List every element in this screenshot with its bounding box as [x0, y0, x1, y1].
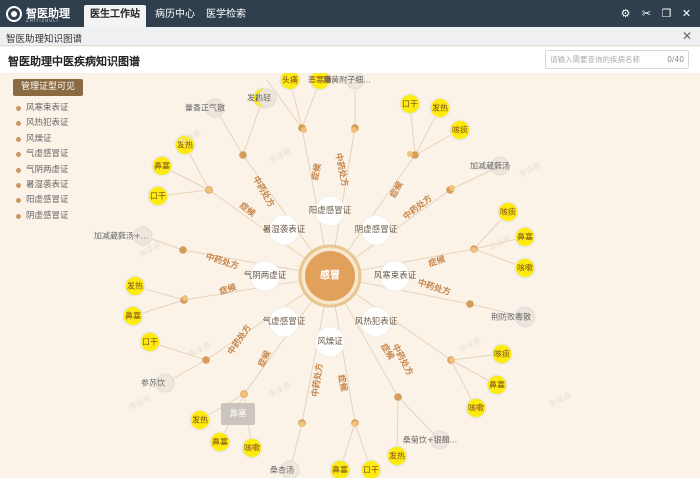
graph-hub-dot[interactable] — [239, 151, 247, 159]
graph-hub-dot[interactable] — [179, 246, 187, 254]
syndrome-label: 风热犯表证 — [355, 316, 398, 327]
syndrome-label: 气虚感冒证 — [263, 316, 306, 327]
edge-label: 中药处方 — [390, 342, 416, 378]
prescription-label: 桑杏汤 — [270, 465, 294, 475]
symptom-label: 口干 — [142, 338, 158, 347]
symptom-label: 鼻塞 — [489, 380, 505, 390]
symptom-label: 咳痰 — [494, 349, 510, 359]
app-logo: 智医助理 ZHIYIZHULI — [6, 4, 84, 24]
syndrome-label: 风寒束表证 — [374, 270, 417, 281]
sub-window-title: 智医助理知识图谱 — [6, 34, 83, 45]
symptom-label: 咳嗽 — [244, 443, 260, 453]
edge-label: 中药处方 — [204, 251, 240, 272]
watermark: 李泽易 — [487, 233, 513, 253]
graph-anchor-dot — [449, 357, 455, 363]
graph-anchor-dot — [301, 127, 307, 133]
edge-label: 症候 — [256, 348, 274, 369]
edge-label: 症候 — [237, 200, 258, 219]
symptom-label: 发热 — [432, 103, 448, 113]
symptom-label: 口干 — [402, 100, 418, 109]
scissors-icon[interactable]: ✂ — [640, 7, 653, 20]
edge-label: 中药处方 — [310, 362, 326, 398]
nav-tab-doctor-workstation[interactable]: 医生工作站 — [84, 5, 146, 27]
syndrome-label: 气阴两虚证 — [244, 270, 287, 281]
prescription-label: 发热轻 — [247, 93, 271, 103]
top-bar: 智医助理 ZHIYIZHULI 医生工作站 病历中心 医学检索 ⚙ ✂ ❐ ✕ — [0, 0, 700, 27]
watermark: 李泽易 — [267, 146, 293, 166]
tooltip-text: 鼻塞 — [229, 408, 247, 419]
syndrome-label: 阴虚感冒证 — [355, 224, 398, 235]
knowledge-graph[interactable]: 症候 中药处方症候中药处方症候中药处方症候中药处方症候中药处方症候中药处方症候中药… — [0, 73, 700, 478]
symptom-label: 鼻塞 — [154, 161, 170, 171]
logo-subtext: ZHIYIZHULI — [26, 18, 59, 23]
search-box: 0/40 — [545, 50, 689, 69]
graph-anchor-dot — [351, 127, 357, 133]
symptom-label: 鼻塞 — [332, 465, 348, 475]
graph-anchor-dot — [407, 151, 413, 157]
close-icon[interactable]: ✕ — [682, 29, 692, 43]
symptom-label: 发热 — [127, 281, 143, 291]
symptom-label: 鼻塞 — [212, 437, 228, 447]
watermark: 李泽易 — [127, 393, 153, 413]
prescription-label: 桑菊饮+银翘... — [403, 435, 457, 445]
symptom-label: 发热 — [389, 451, 405, 461]
graph-anchor-dot — [352, 421, 358, 427]
page-title: 智医助理中医疾病知识图谱 — [8, 55, 140, 68]
edge-label: 中药处方 — [250, 174, 277, 209]
symptom-label: 鼻塞 — [517, 232, 533, 242]
edge-label: 症候 — [427, 254, 447, 270]
edge-label: 症候 — [309, 162, 323, 181]
center-label: 感冒 — [320, 269, 340, 282]
watermark: 李泽易 — [267, 380, 293, 400]
close-icon[interactable]: ✕ — [680, 7, 693, 20]
watermark: 李泽易 — [187, 340, 213, 360]
symptom-label: 口干 — [150, 192, 166, 201]
graph-anchor-dot — [449, 185, 455, 191]
edge-label: 中药处方 — [416, 277, 452, 298]
logo-icon — [6, 6, 22, 22]
prescription-label: 荆防败毒散 — [491, 312, 531, 322]
gear-icon[interactable]: ⚙ — [619, 7, 632, 20]
edge-label: 中药处方 — [225, 322, 254, 357]
syndrome-label: 风燥证 — [317, 336, 343, 347]
edge-label: 中药处方 — [401, 193, 435, 223]
prescription-label: 加减葳蕤汤+... — [94, 231, 148, 241]
symptom-label: 咳嗽 — [517, 263, 533, 273]
prescription-label: 麻黄附子细... — [323, 75, 371, 85]
graph-hub-dot[interactable] — [202, 356, 210, 364]
symptom-label: 鼻塞 — [125, 311, 141, 321]
nav-tab-medical-search[interactable]: 医学检索 — [204, 5, 248, 27]
sub-window-bar: 智医助理知识图谱 ✕ — [0, 27, 700, 46]
graph-hub-dot[interactable] — [466, 300, 474, 308]
graph-anchor-dot — [182, 295, 188, 301]
symptom-label: 咳嗽 — [468, 403, 484, 413]
prescription-label: 藿香正气散 — [185, 103, 225, 113]
graph-anchor-dot — [206, 187, 212, 193]
prescription-label: 参苏饮 — [141, 378, 165, 388]
search-count: 0/40 — [667, 55, 684, 64]
symptom-label: 咳痰 — [452, 125, 468, 135]
app-window: 智医助理 ZHIYIZHULI 医生工作站 病历中心 医学检索 ⚙ ✂ ❐ ✕ … — [0, 0, 700, 478]
syndrome-label: 阳虚感冒证 — [309, 205, 352, 216]
edge-label: 症候 — [218, 282, 238, 298]
restore-icon[interactable]: ❐ — [660, 7, 673, 20]
graph-anchor-dot — [241, 391, 247, 397]
graph-anchor-dot — [299, 421, 305, 427]
watermark: 李泽易 — [547, 390, 573, 410]
graph-hub-dot[interactable] — [394, 393, 402, 401]
syndrome-label: 暑湿袭表证 — [263, 224, 306, 235]
prescription-label: 加减葳蕤汤 — [470, 161, 510, 171]
symptom-label: 咳痰 — [500, 207, 516, 217]
search-input[interactable] — [550, 53, 660, 66]
symptom-label: 头痛 — [282, 75, 298, 85]
nav-tab-record-center[interactable]: 病历中心 — [150, 5, 200, 27]
watermark: 李泽易 — [517, 160, 543, 180]
graph-anchor-dot — [471, 247, 477, 253]
symptom-label: 口干 — [363, 466, 379, 475]
watermark: 李泽易 — [457, 335, 483, 355]
symptom-label: 发热 — [192, 415, 208, 425]
